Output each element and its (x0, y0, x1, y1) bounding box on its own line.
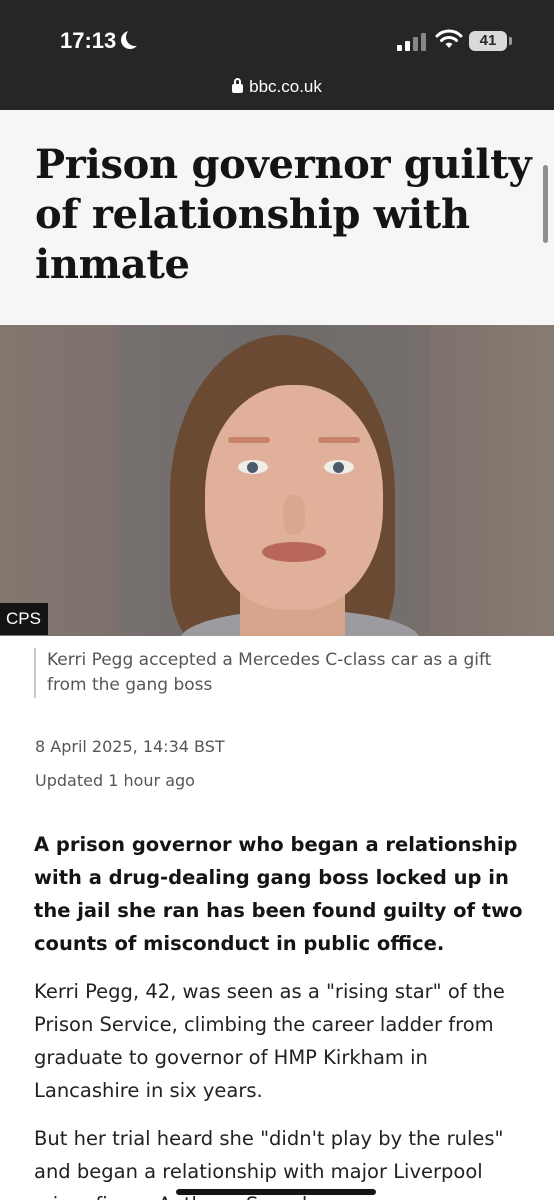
home-indicator[interactable] (176, 1189, 376, 1195)
background-panel-right (430, 325, 554, 636)
portrait-nose (283, 495, 305, 535)
battery-tip (509, 37, 512, 45)
article-paragraph: Kerri Pegg, 42, was seen as a "rising st… (34, 980, 505, 1102)
image-credit: CPS (0, 603, 48, 635)
article-headline: Prison governor guilty of relationship w… (35, 141, 532, 288)
image-caption: Kerri Pegg accepted a Mercedes C-class c… (34, 648, 524, 698)
article-lead: A prison governor who began a relationsh… (34, 833, 523, 955)
updated-time: Updated 1 hour ago (35, 771, 195, 790)
browser-top-bar: 17:13 41 bbc.co.uk (0, 0, 554, 110)
portrait-eye-left (238, 460, 268, 474)
article-hero-image[interactable] (0, 325, 554, 636)
address-bar[interactable]: bbc.co.uk (0, 77, 554, 97)
lock-icon (232, 78, 244, 93)
portrait-eye-right (324, 460, 354, 474)
url-text[interactable]: bbc.co.uk (249, 77, 322, 96)
portrait-brow-right (318, 437, 360, 443)
moon-icon (121, 28, 144, 49)
portrait-lips (262, 542, 326, 562)
portrait-brow-left (228, 437, 270, 443)
background-panel-left (0, 325, 118, 636)
cellular-signal-icon (397, 31, 427, 51)
publish-date: 8 April 2025, 14:34 BST (35, 737, 225, 756)
battery-icon: 41 (469, 31, 507, 51)
status-time: 17:13 (60, 28, 117, 53)
wifi-icon (435, 29, 463, 48)
battery-level: 41 (479, 32, 497, 49)
scrollbar-thumb[interactable] (543, 165, 548, 243)
